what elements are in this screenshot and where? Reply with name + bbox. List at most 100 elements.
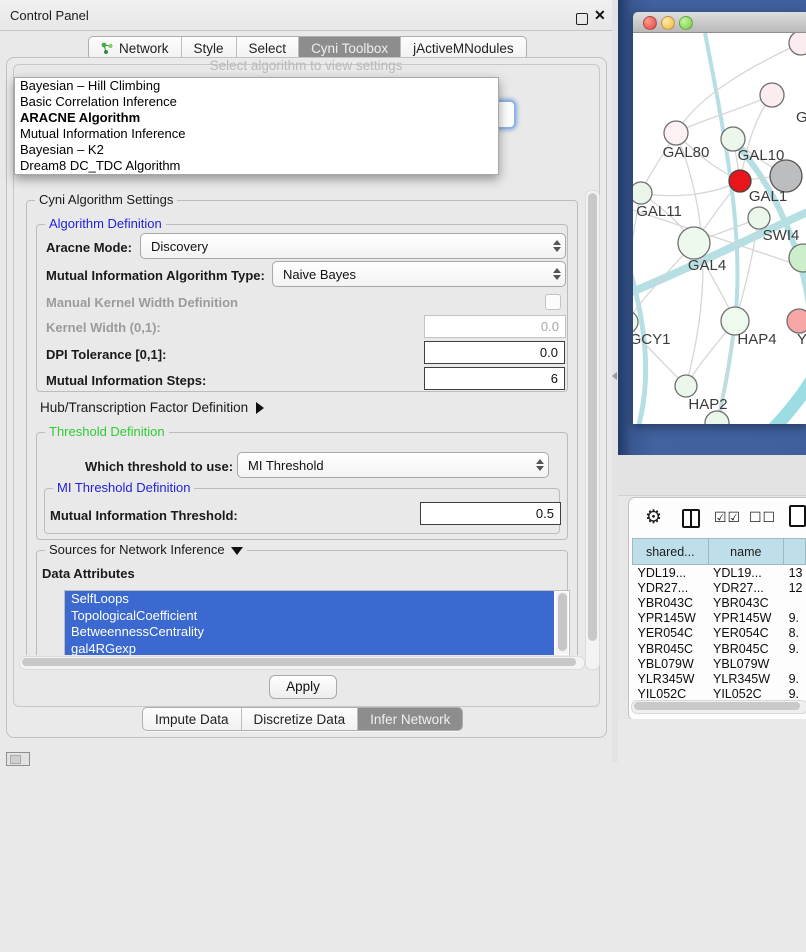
data-attributes-label: Data Attributes [42, 566, 135, 581]
minimize-traffic-light-icon[interactable] [661, 16, 675, 30]
node-circle[interactable] [787, 309, 806, 333]
tab-style[interactable]: Style [182, 37, 237, 59]
scrollbar-thumb[interactable] [558, 593, 567, 651]
list-item[interactable]: SelfLoops [65, 591, 554, 608]
node-label: GAL80 [663, 144, 710, 161]
node-circle[interactable] [633, 311, 638, 333]
network-view-window: GAL7 GAL80 GAL10 GAL1 GAL11 GAL4 SWI4 GC… [633, 12, 806, 424]
dropdown-item[interactable]: Mutual Information Inference [15, 126, 498, 142]
manual-kernel-checkbox[interactable] [545, 294, 561, 310]
tab-select[interactable]: Select [237, 37, 300, 59]
table-row[interactable]: YLR345WYLR345W9. [633, 671, 806, 686]
settings-scroll-viewport: Cyni Algorithm Settings Algorithm Defini… [18, 188, 584, 655]
aracne-mode-label: Aracne Mode: [46, 240, 132, 255]
data-attributes-list[interactable]: SelfLoops TopologicalCoefficient Between… [64, 590, 570, 655]
table-row[interactable]: YER054CYER054C8. [633, 626, 806, 641]
collapse-down-icon [231, 547, 243, 555]
tab-label: Network [119, 41, 169, 56]
list-item[interactable]: TopologicalCoefficient [65, 608, 554, 625]
columns-icon[interactable] [682, 509, 700, 528]
scrollbar-thumb[interactable] [634, 702, 800, 710]
panel-title: Control Panel [10, 8, 89, 23]
apply-button[interactable]: Apply [269, 675, 337, 699]
table-row[interactable]: YDR27...YDR27...12 [633, 580, 806, 595]
hub-definition-expander[interactable]: Hub/Transcription Factor Definition [40, 400, 264, 415]
zoom-traffic-light-icon[interactable] [679, 16, 693, 30]
tab-discretize-data[interactable]: Discretize Data [242, 708, 359, 730]
dropdown-item-selected[interactable]: ARACNE Algorithm [15, 110, 498, 126]
node-circle-red[interactable] [729, 170, 751, 192]
settings-vertical-scrollbar[interactable] [585, 190, 600, 670]
scrollbar-thumb[interactable] [588, 193, 597, 641]
tab-infer-network[interactable]: Infer Network [358, 708, 462, 730]
node-circle[interactable] [748, 207, 770, 229]
kernel-width-label: Kernel Width (0,1): [46, 320, 161, 335]
dropdown-item[interactable]: Bayesian – K2 [15, 142, 498, 158]
node-table: shared... name YDL19...YDL19...13 YDR27.… [632, 538, 806, 702]
close-icon[interactable]: ✕ [594, 7, 606, 24]
scrollbar-thumb[interactable] [22, 658, 576, 666]
node-circle[interactable] [664, 121, 688, 145]
mi-threshold-field[interactable]: 0.5 [420, 502, 561, 525]
spinner-arrows-icon [549, 268, 565, 280]
spinner-arrows-icon [549, 240, 565, 252]
network-graph: GAL7 GAL80 GAL10 GAL1 GAL11 GAL4 SWI4 GC… [633, 33, 806, 424]
column-header[interactable] [784, 539, 806, 565]
minimized-panel-icon[interactable] [6, 752, 30, 766]
table-row[interactable]: YBL079WYBL079W [633, 656, 806, 671]
node-circle[interactable] [789, 33, 806, 55]
dpi-tolerance-field[interactable]: 0.0 [424, 341, 565, 364]
gear-icon[interactable]: ⚙ [645, 506, 662, 529]
dropdown-item[interactable]: Basic Correlation Inference [15, 94, 498, 110]
list-scrollbar[interactable] [556, 592, 568, 654]
expand-right-icon [256, 402, 264, 414]
tab-jactivemnodules[interactable]: jActiveMNodules [401, 37, 526, 59]
tab-network[interactable]: Network [89, 37, 182, 59]
node-circle[interactable] [678, 227, 710, 259]
network-window-titlebar[interactable] [633, 12, 806, 33]
kernel-width-field[interactable]: 0.0 [424, 315, 566, 338]
dropdown-item[interactable]: Dream8 DC_TDC Algorithm [15, 158, 498, 174]
file-icon[interactable] [789, 505, 806, 527]
node-label: GAL7 [796, 109, 806, 126]
list-item[interactable]: gal4RGexp [65, 641, 554, 656]
node-circle[interactable] [633, 182, 652, 204]
tab-impute-data[interactable]: Impute Data [143, 708, 242, 730]
column-header[interactable]: shared... [633, 539, 709, 565]
mi-steps-label: Mutual Information Steps: [46, 373, 206, 388]
mi-type-label: Mutual Information Algorithm Type: [46, 268, 265, 283]
node-label: HAP4 [737, 331, 776, 348]
table-row[interactable]: YDL19...YDL19...13 [633, 565, 806, 581]
table-panel-titlebar: Table Panel [618, 455, 806, 496]
algorithm-combo-placeholder: Select algorithm to view settings [0, 58, 612, 73]
network-canvas[interactable]: GAL7 GAL80 GAL10 GAL1 GAL11 GAL4 SWI4 GC… [633, 33, 806, 424]
checked-checkboxes-icon[interactable]: ☑☑ [714, 509, 741, 526]
table-row[interactable]: YBR045CYBR045C9. [633, 641, 806, 656]
dropdown-item[interactable]: Bayesian – Hill Climbing [15, 78, 498, 94]
unchecked-checkboxes-icon[interactable]: ☐☐ [749, 509, 776, 526]
tab-cyni-toolbox[interactable]: Cyni Toolbox [299, 37, 401, 59]
aracne-mode-combobox[interactable]: Discovery [140, 233, 566, 259]
which-threshold-combobox[interactable]: MI Threshold [237, 452, 549, 478]
group-title: MI Threshold Definition [53, 480, 194, 495]
close-traffic-light-icon[interactable] [643, 16, 657, 30]
dpi-tolerance-label: DPI Tolerance [0,1]: [46, 347, 166, 362]
node-label: GCY1 [633, 331, 670, 348]
node-label: SWI4 [763, 227, 800, 244]
list-item[interactable]: BetweennessCentrality [65, 624, 554, 641]
table-horizontal-scrollbar[interactable] [631, 700, 806, 714]
column-header[interactable]: name [708, 539, 784, 565]
node-circle[interactable] [760, 83, 784, 107]
settings-horizontal-scrollbar[interactable] [19, 656, 585, 670]
table-row[interactable]: YBR043CYBR043C [633, 595, 806, 610]
mi-algorithm-type-combobox[interactable]: Naive Bayes [272, 261, 566, 287]
node-label: GAL10 [738, 147, 785, 164]
divider-collapse-icon[interactable] [612, 372, 617, 380]
desktop-area [618, 719, 806, 762]
node-circle[interactable] [789, 244, 806, 272]
float-window-icon[interactable] [576, 13, 588, 25]
sources-group-title[interactable]: Sources for Network Inference [45, 542, 247, 557]
table-row[interactable]: YPR145WYPR145W9. [633, 611, 806, 626]
node-circle[interactable] [675, 375, 697, 397]
mi-steps-field[interactable]: 6 [424, 367, 565, 390]
